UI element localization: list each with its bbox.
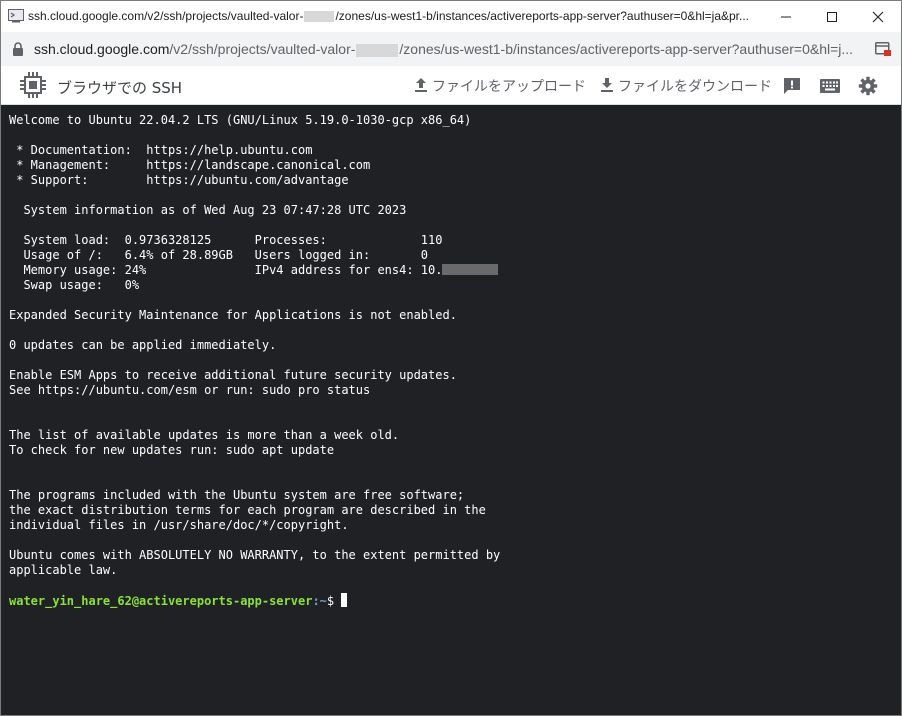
terminal-line: Memory usage: 24% IPv4 address for ens4:…	[9, 263, 500, 278]
title-bar[interactable]: ssh.cloud.google.com/v2/ssh/projects/vau…	[1, 1, 901, 32]
browser-window: ssh.cloud.google.com/v2/ssh/projects/vau…	[0, 0, 902, 716]
terminal-line: Welcome to Ubuntu 22.04.2 LTS (GNU/Linux…	[9, 113, 500, 128]
prompt-symbol: $	[326, 594, 342, 608]
gear-icon	[858, 76, 878, 96]
terminal-line: * Support: https://ubuntu.com/advantage	[9, 173, 500, 188]
terminal-line-text: See https://ubuntu.com/esm or run: sudo …	[9, 383, 371, 397]
terminal-line-text: Memory usage: 24% IPv4 address for ens4:…	[9, 263, 443, 277]
terminal-output: Welcome to Ubuntu 22.04.2 LTS (GNU/Linux…	[9, 113, 500, 608]
close-icon	[872, 11, 884, 23]
terminal-line-text: Expanded Security Maintenance for Applic…	[9, 308, 457, 322]
terminal-line: the exact distribution terms for each pr…	[9, 503, 500, 518]
download-file-button[interactable]: ファイルをダウンロード	[600, 76, 772, 96]
window-title-prefix: ssh.cloud.google.com/v2/ssh/projects/vau…	[28, 9, 304, 23]
upload-icon	[415, 78, 427, 92]
open-in-app-icon[interactable]	[875, 42, 891, 56]
url-host: ssh.cloud.google.com	[34, 41, 170, 57]
terminal-line: 0 updates can be applied immediately.	[9, 338, 500, 353]
terminal-line: Swap usage: 0%	[9, 278, 500, 293]
terminal-line-text: * Support: https://ubuntu.com/advantage	[9, 173, 349, 187]
lock-icon[interactable]	[12, 42, 24, 57]
terminal-line-text: System information as of Wed Aug 23 07:4…	[9, 203, 407, 217]
window-title-suffix: /zones/us-west1-b/instances/activereport…	[335, 9, 748, 23]
feedback-icon	[784, 78, 800, 94]
close-button[interactable]	[855, 1, 901, 32]
terminal-line: System information as of Wed Aug 23 07:4…	[9, 203, 500, 218]
window-title: ssh.cloud.google.com/v2/ssh/projects/vau…	[28, 9, 748, 23]
download-file-label: ファイルをダウンロード	[618, 79, 772, 95]
upload-file-label: ファイルをアップロード	[432, 79, 586, 95]
terminal-line-text: Ubuntu comes with ABSOLUTELY NO WARRANTY…	[9, 548, 501, 562]
prompt-user-host: water_yin_hare_62@activereports-app-serv…	[9, 594, 313, 608]
terminal-line-text: individual files in /usr/share/doc/*/cop…	[9, 518, 349, 532]
terminal-line-text: Welcome to Ubuntu 22.04.2 LTS (GNU/Linux…	[9, 113, 472, 127]
terminal[interactable]: Welcome to Ubuntu 22.04.2 LTS (GNU/Linux…	[1, 105, 901, 715]
minimize-button[interactable]	[763, 1, 809, 32]
ssh-terminal-favicon-icon	[8, 9, 24, 23]
settings-button[interactable]	[858, 76, 880, 98]
terminal-line-text: Swap usage: 0%	[9, 278, 140, 292]
minimize-icon	[781, 16, 791, 18]
terminal-cursor	[341, 593, 348, 607]
terminal-line: See https://ubuntu.com/esm or run: sudo …	[9, 383, 500, 398]
terminal-line-text: System load: 0.9736328125 Processes: 110	[9, 233, 443, 247]
redacted-block	[356, 43, 399, 57]
url-path-prefix: /v2/ssh/projects/vaulted-valor-	[169, 41, 356, 57]
terminal-line: Usage of /: 6.4% of 28.89GB Users logged…	[9, 248, 500, 263]
terminal-line-text: * Management: https://landscape.canonica…	[9, 158, 371, 172]
terminal-line-text: Enable ESM Apps to receive additional fu…	[9, 368, 457, 382]
terminal-line: applicable law.	[9, 563, 500, 578]
redacted-ip-block	[442, 264, 499, 275]
terminal-line: Enable ESM Apps to receive additional fu…	[9, 368, 500, 383]
terminal-prompt-line[interactable]: water_yin_hare_62@activereports-app-serv…	[9, 593, 500, 608]
prompt-path: :~	[312, 594, 327, 608]
keyboard-icon	[820, 79, 840, 93]
terminal-line: Expanded Security Maintenance for Applic…	[9, 308, 500, 323]
terminal-line-text: 0 updates can be applied immediately.	[9, 338, 277, 352]
terminal-line-text: applicable law.	[9, 563, 118, 577]
address-bar[interactable]: ssh.cloud.google.com/v2/ssh/projects/vau…	[1, 32, 901, 66]
maximize-icon	[827, 12, 837, 22]
terminal-line: individual files in /usr/share/doc/*/cop…	[9, 518, 500, 533]
terminal-line: The programs included with the Ubuntu sy…	[9, 488, 500, 503]
terminal-line: * Documentation: https://help.ubuntu.com	[9, 143, 500, 158]
redacted-block	[304, 11, 335, 23]
terminal-line-text: the exact distribution terms for each pr…	[9, 503, 486, 517]
terminal-line-text: * Documentation: https://help.ubuntu.com	[9, 143, 313, 157]
url-text[interactable]: ssh.cloud.google.com/v2/ssh/projects/vau…	[34, 41, 864, 57]
terminal-line-text: The programs included with the Ubuntu sy…	[9, 488, 465, 502]
terminal-line-text: To check for new updates run: sudo apt u…	[9, 443, 335, 457]
terminal-line: System load: 0.9736328125 Processes: 110	[9, 233, 500, 248]
app-title: ブラウザでの SSH	[57, 79, 183, 97]
chip-icon	[20, 72, 46, 98]
terminal-line: * Management: https://landscape.canonica…	[9, 158, 500, 173]
maximize-button[interactable]	[809, 1, 855, 32]
ssh-toolbar: ブラウザでの SSH ファイルをアップロード ファイルをダウンロード	[1, 66, 901, 105]
terminal-line-text: The list of available updates is more th…	[9, 428, 400, 442]
terminal-line: The list of available updates is more th…	[9, 428, 500, 443]
keyboard-button[interactable]	[819, 76, 841, 98]
upload-file-button[interactable]: ファイルをアップロード	[414, 76, 586, 96]
feedback-button[interactable]	[782, 76, 804, 98]
download-icon	[601, 78, 613, 92]
terminal-line-text: Usage of /: 6.4% of 28.89GB Users logged…	[9, 248, 429, 262]
terminal-line: To check for new updates run: sudo apt u…	[9, 443, 500, 458]
terminal-line: Ubuntu comes with ABSOLUTELY NO WARRANTY…	[9, 548, 500, 563]
url-path-suffix: /zones/us-west1-b/instances/activereport…	[399, 41, 854, 57]
